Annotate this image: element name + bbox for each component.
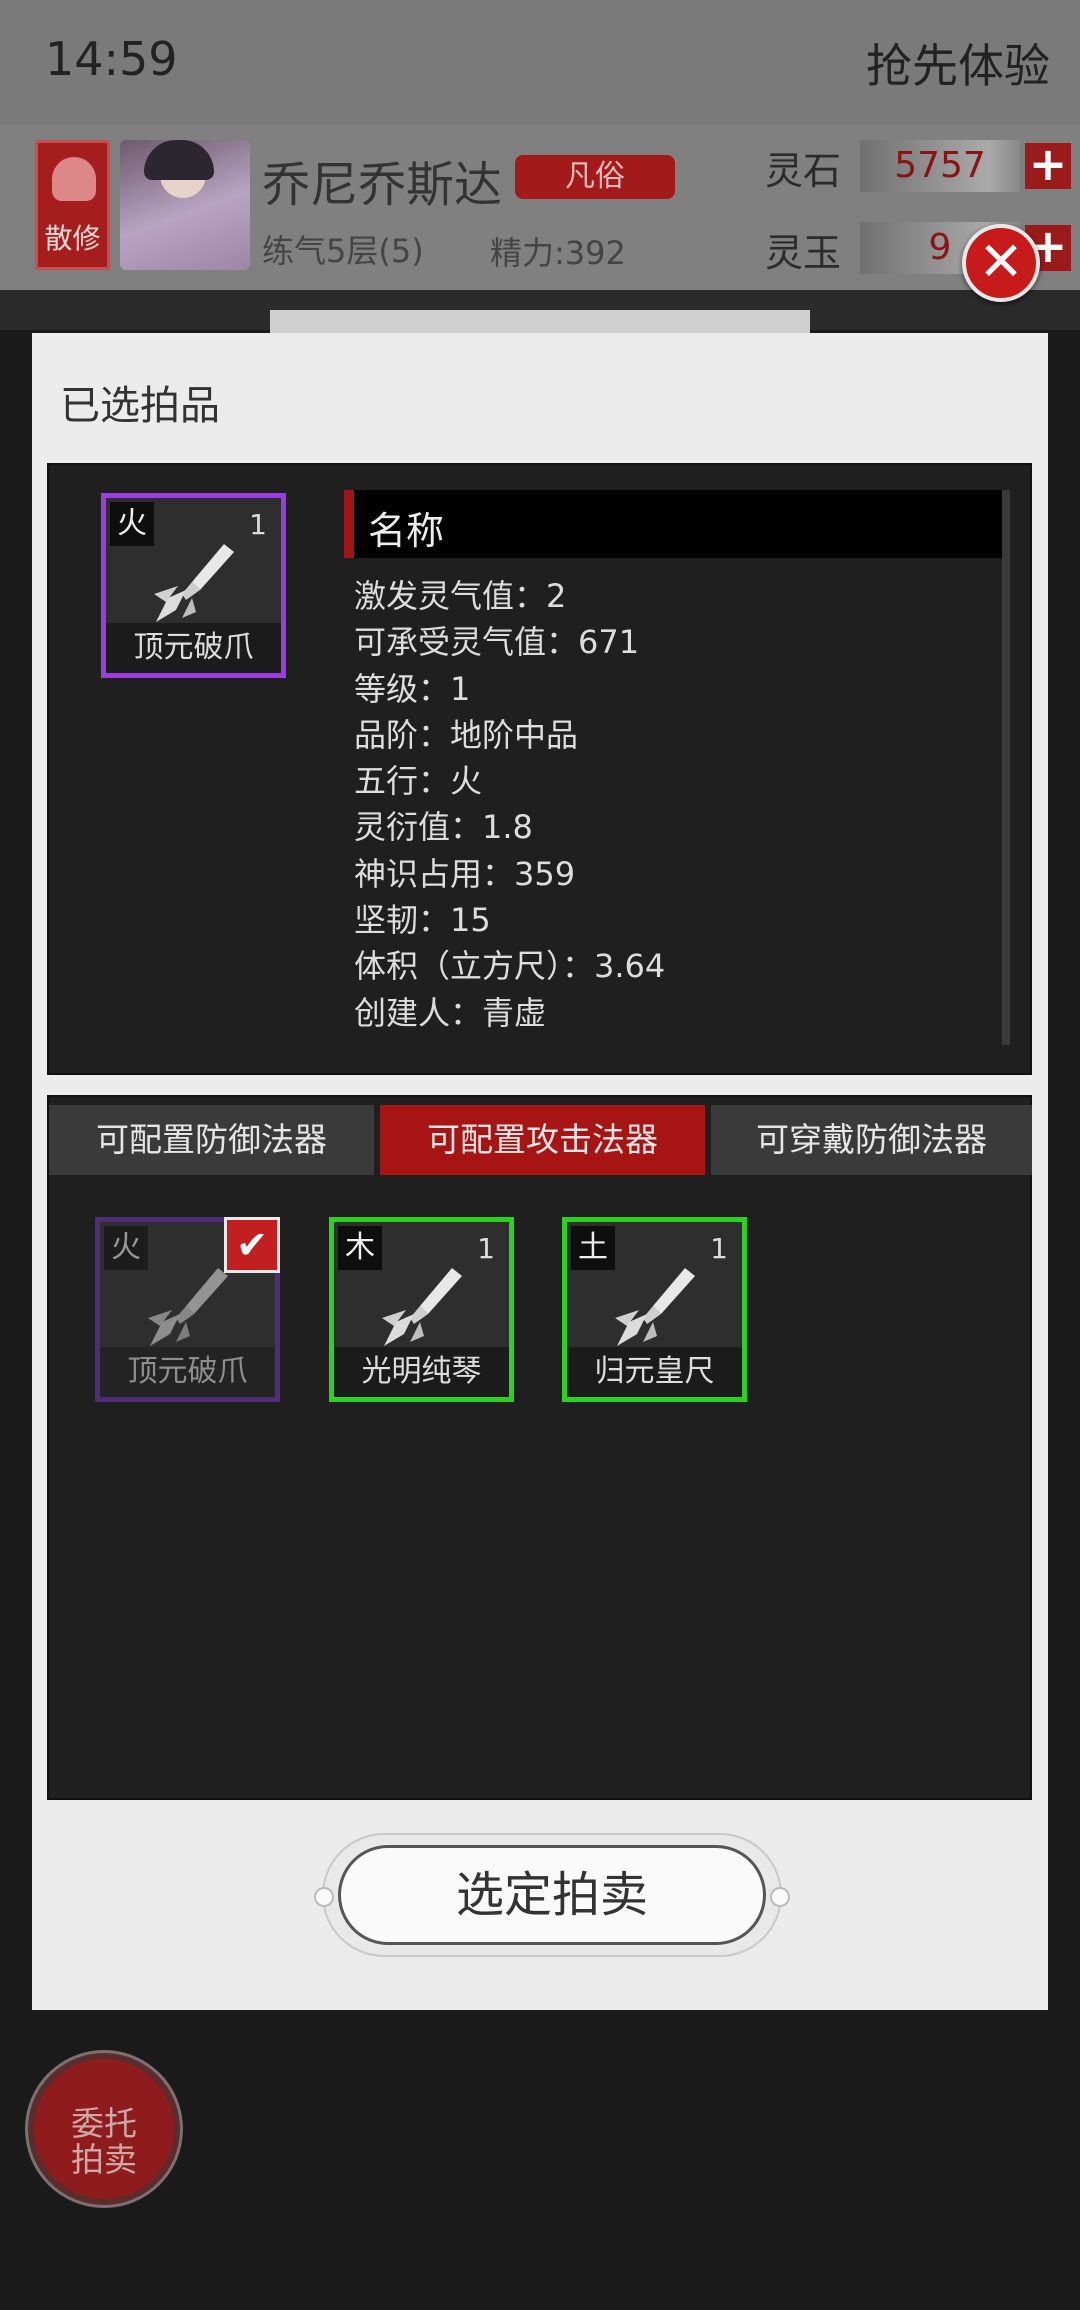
prop-element: 五行：火 [354,762,483,801]
player-level: 练气5层(5) [262,232,424,270]
consign-label-line2: 拍卖 [71,2140,137,2179]
modal-title: 已选拍品 [60,383,220,429]
close-icon[interactable]: ✕ [962,224,1040,302]
item-card-2[interactable]: 木 1 光明纯琴 [329,1217,514,1402]
spirit-stone-label: 灵石 [765,149,842,193]
detail-scrollbar[interactable] [1002,490,1010,1045]
claw-weapon-icon [382,1268,462,1346]
item-level: 1 [249,508,267,541]
item-tabs-panel: 可配置防御法器 可配置攻击法器 可穿戴防御法器 火 顶元破爪 ✔ 木 1 光明纯… [47,1095,1032,1800]
prop-level: 等级：1 [354,669,471,708]
status-bar: 14:59 抢先体验 [0,0,1080,125]
prop-derive: 灵衍值：1.8 [354,808,533,847]
tab-attack-configurable[interactable]: 可配置攻击法器 [380,1105,705,1175]
property-list[interactable]: 激发灵气值：2 可承受灵气值：671 等级：1 品阶：地阶中品 五行：火 灵衍值… [354,573,994,1053]
item-level: 1 [710,1232,728,1265]
lotus-icon [52,157,96,201]
player-name: 乔尼乔斯达 [262,157,503,213]
prop-toughness: 坚韧：15 [354,901,491,940]
prop-max-qi: 可承受灵气值：671 [354,623,640,662]
avatar[interactable] [120,140,250,270]
sect-badge[interactable]: 散修 [35,140,110,270]
spirit-jade-label: 灵玉 [765,231,842,275]
tab-defense-wearable[interactable]: 可穿戴防御法器 [711,1105,1032,1175]
item-name: 归元皇尺 [567,1347,742,1397]
sect-badge-label: 散修 [44,222,101,255]
select-auction-button[interactable]: 选定拍卖 [338,1845,766,1945]
button-ornament [314,1887,334,1907]
prop-spirit-sense: 神识占用：359 [354,854,576,893]
button-ornament [770,1887,790,1907]
item-name: 光明纯琴 [334,1347,509,1397]
prop-creator: 创建人：青虚 [354,993,547,1032]
item-detail-panel: 火 1 顶元破爪 名称 激发灵气值：2 可承受灵气值：671 等级：1 品阶：地… [47,463,1032,1075]
item-card-1[interactable]: 火 顶元破爪 ✔ [95,1217,280,1402]
confirm-button-frame: 选定拍卖 [314,1833,790,1957]
consign-auction-button[interactable]: 委托 拍卖 [28,2053,180,2205]
checkmark-icon: ✔ [224,1217,280,1273]
item-name: 顶元破爪 [100,1347,275,1397]
prop-trigger-qi: 激发灵气值：2 [354,577,567,615]
prop-grade: 品阶：地阶中品 [354,715,579,754]
item-card-3[interactable]: 土 1 归元皇尺 [562,1217,747,1402]
early-access-label[interactable]: 抢先体验 [866,30,1050,96]
status-time: 14:59 [45,32,178,86]
spirit-stone-value: 5757 [860,140,1020,192]
detail-name-label: 名称 [368,509,445,553]
add-spirit-stone-button[interactable]: + [1025,141,1071,189]
item-level: 1 [477,1232,495,1265]
selected-lot-modal: 已选拍品 火 1 顶元破爪 名称 激发灵气值：2 可承受灵气值：671 等级：1… [32,333,1048,2010]
claw-weapon-icon [148,1268,228,1346]
rank-tag: 凡俗 [515,155,675,199]
detail-name-bar: 名称 [344,490,1004,558]
selected-item-card[interactable]: 火 1 顶元破爪 [101,493,286,678]
prop-volume: 体积（立方尺）：3.64 [354,947,666,986]
tab-defense-configurable[interactable]: 可配置防御法器 [49,1105,374,1175]
claw-weapon-icon [154,544,234,622]
item-name: 顶元破爪 [106,623,281,673]
claw-weapon-icon [615,1268,695,1346]
player-energy: 精力:392 [490,234,626,272]
